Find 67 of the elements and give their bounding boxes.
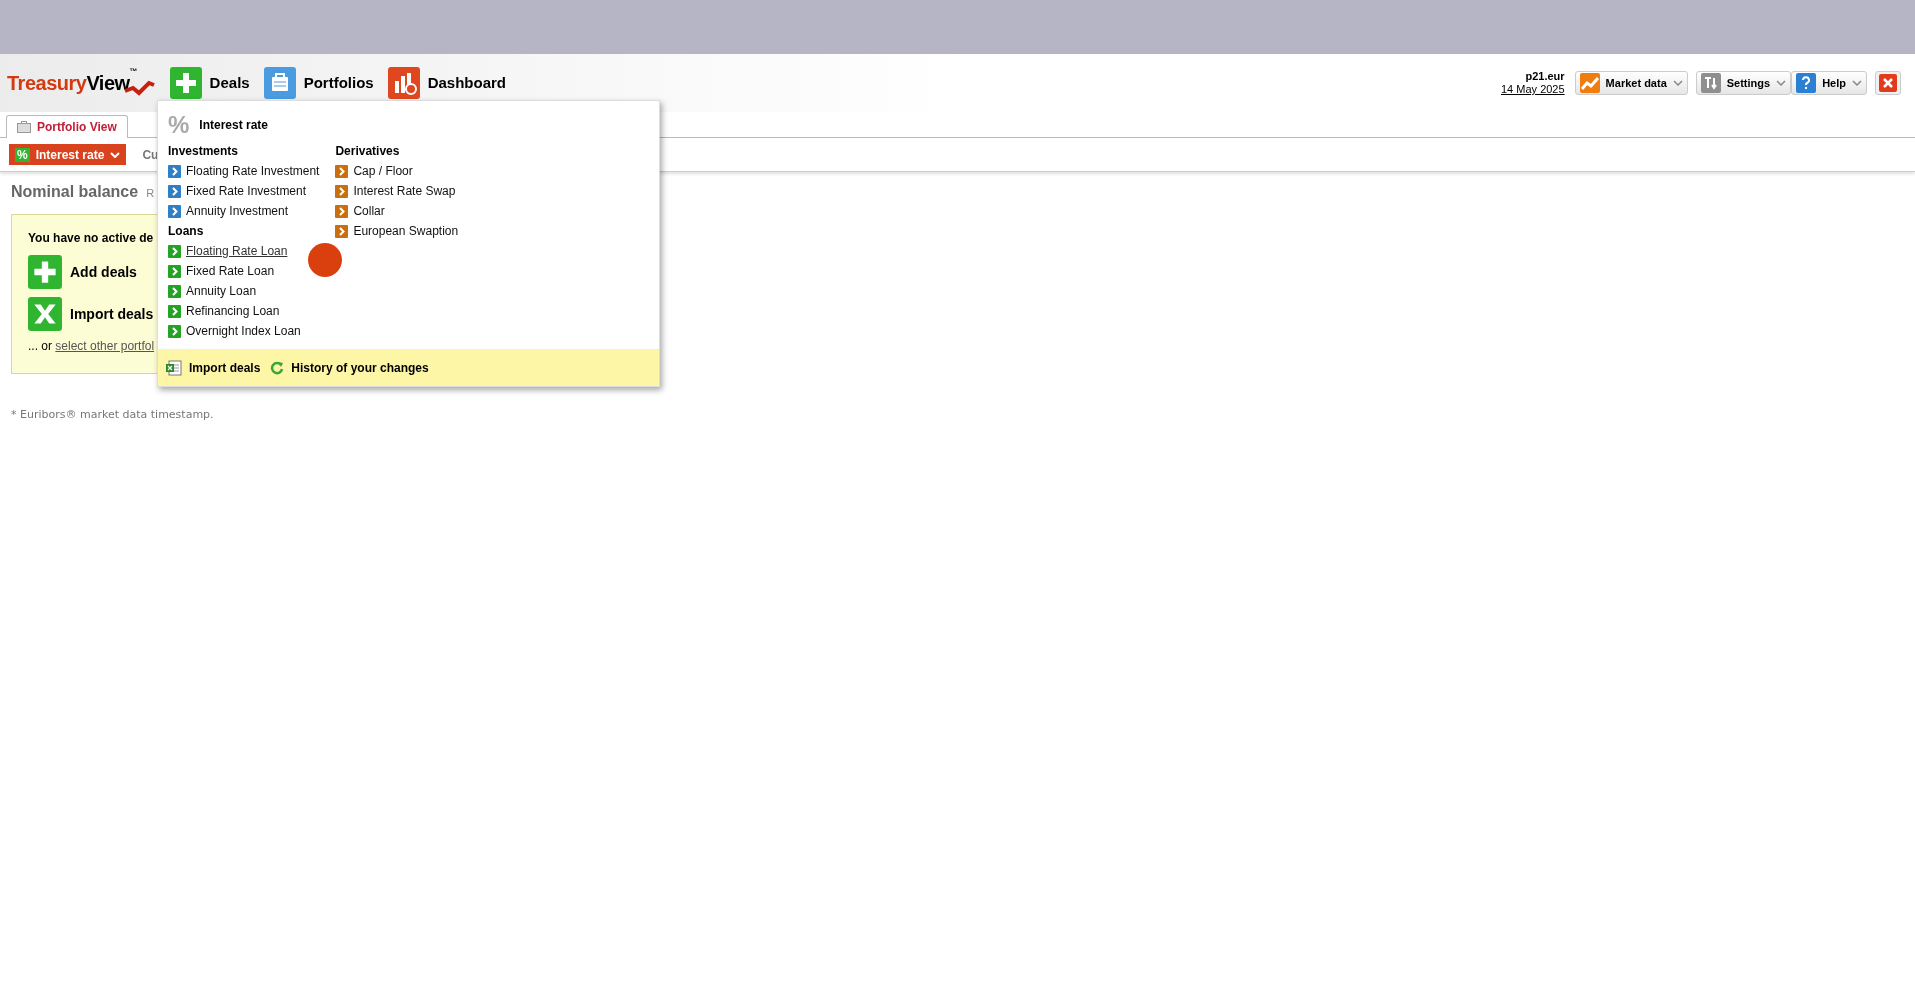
toolbar-label: Cu	[142, 146, 159, 164]
line-chart-icon	[1579, 73, 1600, 93]
footnote: * Euribors® market data timestamp.	[11, 407, 215, 423]
help-icon	[1796, 73, 1817, 93]
percent-icon: %	[168, 113, 190, 137]
chevron-icon	[168, 164, 181, 178]
menu-item[interactable]: Overnight Index Loan	[168, 321, 301, 341]
menu-footer-link[interactable]: Import deals	[166, 359, 261, 377]
spreadsheet-icon	[166, 360, 182, 376]
toolbar-dropdown[interactable]: Market data	[1574, 71, 1688, 95]
spreadsheet-icon	[28, 297, 62, 331]
nav-button[interactable]: Portfolios	[263, 67, 374, 99]
nav-button[interactable]: Dashboard	[387, 67, 506, 99]
category-dropdown[interactable]: % Interest rate	[9, 144, 127, 165]
page-subtitle: R	[146, 186, 155, 201]
menu-item[interactable]: Annuity Investment	[168, 201, 289, 221]
nav-button[interactable]: Deals	[169, 67, 250, 99]
chevron-icon	[168, 324, 181, 338]
page-title: Nominal balance	[11, 182, 139, 202]
close-button[interactable]	[1875, 71, 1901, 95]
date-link[interactable]: 14 May 2025	[1501, 83, 1565, 96]
menu-footer-link[interactable]: History of your changes	[270, 359, 429, 377]
menu-item[interactable]: Floating Rate Investment	[168, 161, 320, 181]
menu-item[interactable]: Refinancing Loan	[168, 301, 280, 321]
chevron-icon	[335, 184, 349, 198]
chevron-icon	[168, 204, 181, 218]
chevron-icon	[168, 184, 181, 198]
chevron-icon	[168, 284, 181, 298]
chevron-icon	[168, 304, 181, 318]
menu-item[interactable]: Interest Rate Swap	[335, 181, 456, 201]
refresh-icon	[270, 361, 285, 375]
select-portfolio-link[interactable]: select other portfol	[55, 339, 155, 353]
menu-item[interactable]: Collar	[335, 201, 385, 221]
menu-item[interactable]: Fixed Rate Investment	[168, 181, 307, 201]
action-button[interactable]: Add deals	[28, 255, 137, 289]
menu-item[interactable]: Cap / Floor	[335, 161, 413, 181]
plus-icon	[28, 255, 62, 289]
percent-icon: %	[15, 147, 30, 162]
toolbar-dropdown[interactable]: Settings	[1695, 71, 1792, 95]
chevron-icon	[335, 164, 349, 178]
menu-item[interactable]: Fixed Rate Loan	[168, 261, 275, 281]
chevron-icon	[335, 224, 349, 238]
settings-icon	[1700, 73, 1721, 93]
chevron-icon	[168, 244, 181, 258]
caret-icon	[1672, 80, 1683, 86]
account-name: p21.eur	[1525, 70, 1565, 83]
menu-group-heading: Investments	[168, 143, 240, 160]
menu-item[interactable]: Annuity Loan	[168, 281, 257, 301]
briefcase-icon	[17, 121, 31, 133]
caret-icon	[110, 151, 121, 158]
toolbar-dropdown[interactable]: Help	[1791, 71, 1867, 95]
caret-icon	[1852, 80, 1862, 86]
menu-group-heading: Derivatives	[335, 143, 401, 160]
close-icon	[1879, 74, 1897, 92]
menu-title: Interest rate	[199, 117, 269, 134]
chevron-icon	[168, 264, 181, 278]
menu-group-heading: Loans	[168, 223, 205, 240]
caret-icon	[1776, 80, 1787, 86]
action-button[interactable]: Import deals	[28, 297, 154, 331]
logo[interactable]: TreasuryView™	[7, 68, 156, 98]
notice-message: You have no active de	[28, 230, 154, 247]
notice-text: ... or	[28, 339, 53, 353]
menu-item[interactable]: Floating Rate Loan	[168, 241, 288, 261]
chevron-icon	[335, 204, 349, 218]
click-marker	[308, 243, 342, 277]
tab[interactable]: Portfolio View	[6, 115, 128, 138]
menu-item[interactable]: European Swaption	[335, 221, 459, 241]
